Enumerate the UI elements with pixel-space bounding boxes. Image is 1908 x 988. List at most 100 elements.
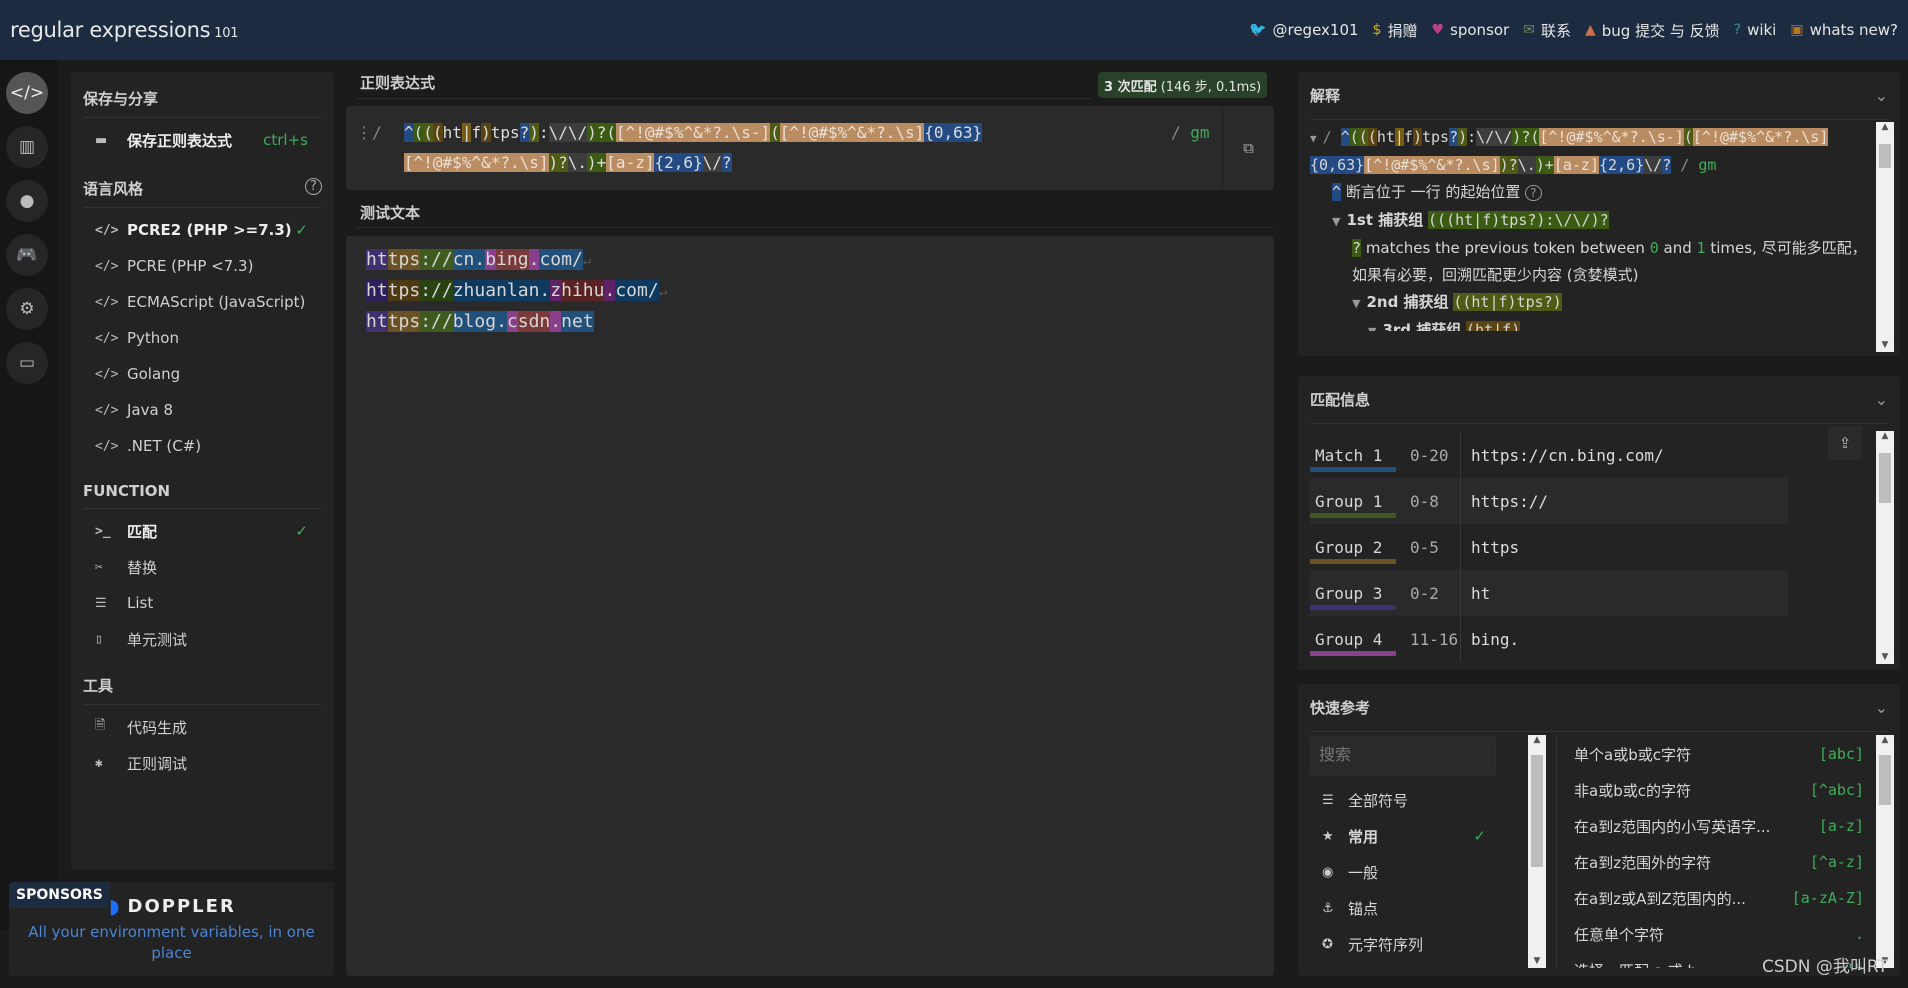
top-link-wiki[interactable]: ? wiki	[1734, 20, 1777, 41]
sidebar-item-label: 代码生成	[127, 718, 188, 737]
sidebar-item[interactable]: </> .NET (C#)	[83, 428, 322, 464]
list-icon: ☰	[95, 595, 107, 611]
match-scrollbar[interactable]: ▲ ▼	[1876, 431, 1894, 664]
quick-ref-item[interactable]: 在a到z范围外的字符 [^a-z]	[1574, 844, 1864, 880]
top-link-twitter[interactable]: 🐦 @regex101	[1249, 20, 1359, 41]
match-row[interactable]: Group 3 0-2 ht	[1310, 570, 1788, 616]
settings-button[interactable]: ⚙	[6, 288, 48, 330]
category-item[interactable]: ☰ 全部符号	[1310, 782, 1496, 818]
library-button[interactable]: ▥	[6, 126, 48, 168]
logo[interactable]: regular expressions 101	[10, 18, 238, 42]
test-line[interactable]: https://zhuanlan.zhihu.com/↵	[366, 275, 1274, 306]
match-highlight: b	[485, 249, 497, 270]
sidebar-item-label: Python	[127, 329, 179, 347]
regex-token: \.	[1517, 156, 1536, 174]
test-string-input[interactable]: https://cn.bing.com/↵ https://zhuanlan.zh…	[346, 236, 1274, 976]
regex-token: [a-z]	[1553, 156, 1599, 174]
sponsor-text[interactable]: All your environment variables, in one p…	[9, 922, 334, 964]
help-icon[interactable]: ?	[305, 178, 322, 195]
items-scrollbar[interactable]: ▲ ▼	[1876, 735, 1894, 968]
group2-pattern: ((ht|f)tps?)	[1453, 293, 1562, 311]
match-name-label: Match 1	[1315, 445, 1383, 465]
explanation-scrollbar[interactable]: ▲ ▼	[1876, 122, 1894, 352]
top-link-label: @regex101	[1272, 21, 1359, 39]
category-item[interactable]: ⚓ 锚点	[1310, 890, 1496, 926]
export-button[interactable]: ⇪	[1828, 426, 1862, 460]
sidebar-item[interactable]: ☰ List	[83, 585, 322, 621]
match-row[interactable]: Group 4 11-16 bing.	[1310, 616, 1788, 662]
categories-scrollbar[interactable]: ▲ ▼	[1528, 735, 1546, 968]
category-item[interactable]: ★ 常用 ✓	[1310, 818, 1496, 854]
sidebar-item[interactable]: ✂ 替换	[83, 549, 322, 585]
match-name: Group 4	[1310, 616, 1398, 662]
regex-token: ?	[519, 123, 530, 142]
logo-sub: 101	[214, 26, 239, 41]
test-line[interactable]: https://cn.bing.com/↵	[366, 244, 1274, 275]
sidebar-item[interactable]: </> Python	[83, 320, 322, 356]
help-icon[interactable]: ?	[1525, 185, 1542, 201]
match-row[interactable]: Match 1 0-20 https://cn.bing.com/	[1310, 432, 1788, 478]
copy-icon: ⧉	[1243, 139, 1254, 157]
regex-text[interactable]: ^(((ht|f)tps?):\/\/)?([^!@#$%^&*?.\s-]([…	[404, 118, 1134, 178]
quiz-button[interactable]: 🎮	[6, 234, 48, 276]
sidebar-item[interactable]: </> ECMAScript (JavaScript)	[83, 284, 322, 320]
regex-token: )	[587, 123, 597, 142]
regex-token: \/	[702, 153, 722, 172]
chevron-down-icon[interactable]: ⌄	[1875, 86, 1888, 105]
sidebar-item[interactable]: ▯ 单元测试	[83, 621, 322, 657]
match-color-bar	[1310, 467, 1396, 472]
quick-ref-item[interactable]: 在a到z范围内的小写英语字... [a-z]	[1574, 808, 1864, 844]
top-link-heart[interactable]: ♥ sponsor	[1431, 20, 1509, 41]
chat-button[interactable]: ▭	[6, 342, 48, 384]
regex-token: (	[432, 123, 443, 142]
save-regex-button[interactable]: ▬ 保存正则表达式 ctrl+s	[83, 118, 322, 162]
chevron-down-icon[interactable]: ⌄	[1875, 698, 1888, 717]
chevron-down-icon[interactable]: ⌄	[1875, 390, 1888, 409]
match-row[interactable]: Group 1 0-8 https://	[1310, 478, 1788, 524]
drag-handle-icon[interactable]: ⋮	[356, 123, 372, 142]
sponsor-box[interactable]: SPONSORS ◗ DOPPLER All your environment v…	[9, 882, 334, 976]
top-link-mail[interactable]: ✉ 联系	[1523, 20, 1571, 41]
sidebar-item[interactable]: </> PCRE2 (PHP >=7.3) ✓	[83, 212, 322, 248]
regex-token: ^	[1340, 128, 1350, 146]
doppler-logo[interactable]: ◗ DOPPLER	[109, 894, 236, 918]
quick-ref-item[interactable]: 在a到z或A到Z范围内的... [a-zA-Z]	[1574, 880, 1864, 916]
regex-token: ?(	[1521, 128, 1540, 146]
sidebar-item[interactable]: </> Java 8	[83, 392, 322, 428]
stack-icon: ☰	[1322, 792, 1334, 808]
category-label: 常用	[1348, 827, 1379, 846]
sidebar-item[interactable]: </> Golang	[83, 356, 322, 392]
top-link-dollar[interactable]: $ 捐赠	[1373, 20, 1418, 41]
quick-ref-item[interactable]: 任意单个字符.	[1574, 916, 1864, 952]
sidebar-item[interactable]: ✱ 正则调试	[83, 745, 322, 781]
group1-node[interactable]: ▼ 1st 捕获组 (((ht|f)tps?):\/\/)?	[1310, 207, 1870, 235]
group1-pattern: (((ht|f)tps?):\/\/)?	[1428, 211, 1609, 229]
quick-ref-title: 快速参考	[1310, 699, 1371, 717]
twitter-icon: 🐦	[1249, 22, 1267, 38]
match-row[interactable]: Group 2 0-5 https	[1310, 524, 1788, 570]
account-button[interactable]: ●	[6, 180, 48, 222]
regex-delimiter-left[interactable]: ⋮/	[356, 118, 382, 148]
quick-ref-search-input[interactable]	[1310, 736, 1496, 776]
quick-ref-item[interactable]: 非a或b或c的字符 [^abc]	[1574, 772, 1864, 808]
top-link-news[interactable]: ▣ whats new?	[1790, 20, 1898, 41]
collapse-icon[interactable]: ▼	[1310, 132, 1317, 145]
sidebar-item[interactable]: >_ 匹配 ✓	[83, 513, 322, 549]
test-line[interactable]: https://blog.csdn.net	[366, 306, 1274, 337]
regex-flags[interactable]: / gm	[1171, 118, 1210, 148]
group2-node[interactable]: ▼ 2nd 捕获组 ((ht|f)tps?)	[1310, 289, 1870, 317]
top-link-warning[interactable]: ▲ bug 提交 与 反馈	[1585, 20, 1720, 41]
regex-token: ?(	[596, 123, 617, 142]
sidebar-item[interactable]: 🗎 代码生成	[83, 709, 322, 745]
regex-editor-button[interactable]: </>	[6, 72, 48, 114]
quick-ref-item[interactable]: 单个a或b或c字符 [abc]	[1574, 736, 1864, 772]
copy-regex-button[interactable]: ⧉	[1222, 106, 1274, 190]
category-item[interactable]: ✪ 元字符序列	[1310, 926, 1496, 962]
sidebar-item[interactable]: </> PCRE (PHP <7.3)	[83, 248, 322, 284]
regex-token: (	[1358, 128, 1368, 146]
regex-token: )	[1512, 128, 1522, 146]
group3-node[interactable]: ▼3rd 捕获组 (ht|f)	[1310, 317, 1870, 331]
category-item[interactable]: ◉ 一般	[1310, 854, 1496, 890]
regex-input[interactable]: ⋮/ ^(((ht|f)tps?):\/\/)?([^!@#$%^&*?.\s-…	[346, 106, 1274, 190]
top-link-label: whats new?	[1809, 21, 1898, 39]
